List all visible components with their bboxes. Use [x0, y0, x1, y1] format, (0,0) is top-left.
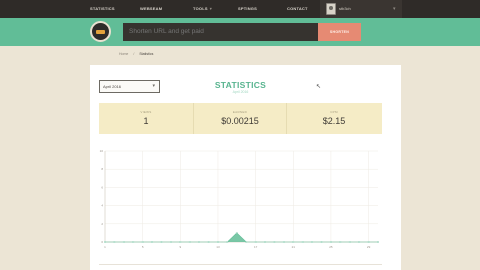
shorten-button[interactable]: SHORTEN: [318, 23, 361, 41]
mouse-cursor-icon: ↖: [316, 84, 322, 90]
data-point: [151, 241, 153, 243]
nav-item-settings[interactable]: SPTINGS: [238, 0, 257, 18]
y-tick-label: 8: [101, 167, 103, 171]
breadcrumb: Home / Statistics: [119, 52, 153, 56]
stat-label: VIEWS: [140, 110, 152, 114]
page-title: STATISTICS: [214, 80, 267, 90]
x-tick-label: 29: [367, 245, 371, 249]
month-select[interactable]: April 2016 ▾: [99, 80, 160, 93]
data-point: [358, 241, 361, 243]
nav-item-contact[interactable]: CONTACT: [287, 0, 308, 18]
data-point: [320, 241, 323, 243]
data-point: [245, 241, 248, 243]
data-point: [132, 241, 135, 243]
data-point: [235, 232, 238, 234]
shorten-url-input[interactable]: [123, 23, 318, 41]
stat-views: VIEWS 1: [99, 103, 193, 134]
data-point: [198, 241, 201, 243]
data-point: [264, 241, 266, 243]
stat-label: CPM: [330, 110, 338, 114]
data-point: [226, 241, 229, 243]
top-nav: STATISTICS WEBSEAM TOOLS SPTINGS CONTACT…: [0, 0, 480, 18]
stats-summary: VIEWS 1 EARNED $0.00215 CPM $2.15: [99, 103, 382, 134]
data-point: [113, 241, 116, 243]
data-point: [104, 241, 106, 243]
stat-value: $0.00215: [221, 116, 259, 126]
data-point: [217, 241, 219, 243]
x-tick-label: 5: [142, 245, 144, 249]
y-tick-label: 10: [100, 149, 104, 153]
data-point: [377, 241, 379, 243]
x-tick-label: 17: [254, 245, 258, 249]
data-point: [367, 241, 370, 243]
page-subtitle: April 2016: [232, 90, 249, 94]
data-point: [292, 241, 295, 243]
stat-value: 1: [143, 116, 149, 126]
data-point: [282, 241, 285, 243]
username: stb3ch: [339, 6, 351, 11]
x-tick-label: 1: [104, 245, 106, 249]
data-point: [273, 241, 276, 243]
x-tick-label: 13: [216, 245, 220, 249]
account-menu[interactable]: stb3ch ▾: [320, 0, 402, 18]
y-tick-label: 2: [101, 222, 103, 226]
avatar: [326, 3, 336, 15]
data-point: [254, 241, 257, 243]
nav-item-statistics[interactable]: STATISTICS: [90, 0, 115, 18]
data-point: [160, 241, 163, 243]
chevron-down-icon: ▾: [152, 83, 155, 89]
breadcrumb-home[interactable]: Home: [119, 52, 128, 56]
stat-earned: EARNED $0.00215: [193, 103, 287, 134]
data-point: [141, 241, 144, 243]
nav-item-tools[interactable]: TOOLS: [193, 0, 212, 18]
data-point: [122, 241, 125, 243]
breadcrumb-separator: /: [133, 52, 135, 56]
divider: [99, 264, 382, 265]
data-point: [179, 241, 182, 243]
views-chart: 10 8 6 4 2 01 5 9 13 17 21 25 29: [100, 149, 379, 249]
x-tick-label: 25: [329, 245, 333, 249]
y-tick-label: 4: [101, 204, 103, 208]
y-tick-label: 0: [101, 240, 103, 244]
stat-cpm: CPM $2.15: [287, 103, 381, 134]
stat-value: $2.15: [322, 116, 346, 126]
chevron-down-icon: ▾: [393, 6, 396, 12]
data-point: [301, 241, 304, 243]
site-logo[interactable]: [90, 21, 111, 42]
y-tick-label: 6: [101, 185, 103, 189]
data-point: [348, 241, 351, 243]
nav-item-webseam[interactable]: WEBSEAM: [140, 0, 162, 18]
data-point: [339, 241, 342, 243]
stat-label: EARNED: [232, 110, 248, 114]
x-tick-label: 9: [179, 245, 181, 249]
breadcrumb-current: Statistics: [139, 52, 154, 56]
data-point: [311, 241, 314, 243]
x-tick-label: 21: [292, 245, 296, 249]
data-point: [188, 241, 191, 243]
month-select-value: April 2016: [103, 84, 122, 89]
data-point: [330, 241, 332, 243]
data-point: [207, 241, 210, 243]
data-point: [169, 241, 172, 243]
